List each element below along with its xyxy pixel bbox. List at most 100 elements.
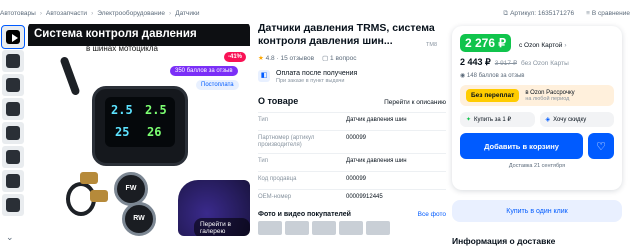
image-subtitle: в шинах мотоцикла [86,44,159,53]
pay-on-delivery: ◧ Оплата после получения При заказе в пу… [258,70,446,84]
customer-photo[interactable] [339,221,363,235]
go-to-description-link[interactable]: Перейти к описанию [384,99,446,106]
discount-icon: ◈ [545,117,551,123]
breadcrumb-item[interactable]: Электрооборудование [97,10,165,17]
rating-row: ★ 4.8 · 15 отзывов ▢ 1 вопрос [258,54,446,62]
sbp-icon: ✦ [466,117,472,123]
device-screen: 2.5 2.5 25 26 [105,97,175,147]
spec-key: Тип [258,117,269,123]
spec-value: 00009912445 [346,194,383,200]
open-gallery-button[interactable]: Перейти в галерею [194,218,250,236]
thumbnail[interactable] [2,74,24,96]
discount-badge: -41% [223,52,246,62]
thumbnail[interactable] [2,122,24,144]
pay-title: Оплата после получения [276,70,358,77]
breadcrumb-separator: › [39,10,42,17]
thumbnail[interactable] [2,50,24,72]
thumbnail[interactable] [2,194,24,216]
review-bonus-line: ◉ 148 баллов за отзыв [460,73,525,79]
breadcrumb: Автотовары › Автозапчасти › Электрооборудо… [0,10,200,17]
add-to-cart-button[interactable]: Добавить в корзину [460,133,583,159]
heart-icon[interactable]: ♡ [588,133,614,159]
chevron-right-icon: › [564,41,567,49]
spec-value: Датчик давления шин [346,117,407,123]
want-discount-button[interactable]: ◈ Хочу скидку [539,112,614,127]
installment-subtitle: на любой период [525,95,570,102]
compare-icon: ≡ [586,10,590,17]
bonus-badge: 350 баллов за отзыв [170,66,238,76]
top-actions: ⧉ Артикул: 1635171276 ≡ В сравнение [503,10,630,18]
valve-cap [90,190,108,202]
customer-photo[interactable] [285,221,309,235]
customer-photo[interactable] [258,221,282,235]
delivery-info-title: Информация о доставке [452,236,556,246]
buy-one-click-button[interactable]: Купить в один клик [452,200,622,222]
display-value: 25 [115,125,130,139]
copy-icon: ⧉ [503,10,509,17]
installment-banner[interactable]: Без переплат в Ozon Рассрочку на любой п… [460,85,614,106]
breadcrumb-item[interactable]: Датчики [175,10,199,17]
spec-row: Тип Датчик давления шин [258,112,446,130]
coin-icon: ◉ [460,73,466,79]
breadcrumb-item[interactable]: Автозапчасти [46,10,87,17]
product-info: Датчики давления TRMS, система контроля … [258,22,446,235]
thumbnail[interactable] [2,98,24,120]
monitor-device: 2.5 2.5 25 26 [92,86,188,166]
spec-table: Тип Датчик давления шин Партномер (артику… [258,112,446,207]
spec-row: Код продавца 000099 [258,171,446,189]
ozon-card-label[interactable]: с Ozon Картой › [519,42,567,49]
thumbnail[interactable] [2,146,24,168]
display-value: 2.5 [111,103,133,117]
buy-sbp-button[interactable]: ✦ Купить за 1 ₽ [460,112,535,127]
ozon-card-price: 2 276 ₽ [460,34,511,52]
spec-row: OEM-номер 00009912445 [258,189,446,207]
postpay-badge: Постоплата [196,80,239,90]
brand-tag[interactable]: ТМ8 [426,42,437,48]
product-title: Датчики давления TRMS, система контроля … [258,22,435,47]
pay-subtitle: При заказе в пункт выдачи [276,78,345,84]
questions-link[interactable]: ▢ 1 вопрос [322,54,356,62]
customer-photos-header: Фото и видео покупателей Все фото [258,211,446,218]
article-number[interactable]: ⧉ Артикул: 1635171276 [503,10,574,18]
wallet-icon: ◧ [258,70,270,82]
spec-value: 000099 [346,135,367,141]
buy-box: 2 276 ₽ с Ozon Картой › 2 443 ₽3 917 ₽ без… [452,26,622,190]
about-header: О товаре Перейти к описанию [258,96,446,106]
mount-bracket [59,55,81,97]
thumbnail[interactable] [2,170,24,192]
spec-value: 000099 [346,176,367,182]
thumbnail-strip: ⌄ [0,25,26,248]
breadcrumb-separator: › [91,10,94,17]
compare-link[interactable]: ≡ В сравнение [586,10,630,18]
display-value: 26 [147,125,162,139]
card-price-row: 2 276 ₽ с Ozon Картой › [460,34,614,52]
installment-title: в Ozon Рассрочку [525,89,575,96]
spec-key: OEM-номер [258,194,292,200]
cart-row: Добавить в корзину ♡ [460,133,614,159]
regular-price: 2 443 ₽ [460,57,491,67]
about-title: О товаре [258,96,299,106]
customer-photo[interactable] [366,221,390,235]
image-banner: Система контроля давления [28,24,250,46]
sensor-rear: RW [122,202,156,236]
rating[interactable]: ★ 4.8 · 15 отзывов [258,54,314,62]
sensor-front: FW [114,172,148,206]
regular-price-label: без Ozon Карты [520,60,569,67]
customer-photos [258,221,446,235]
breadcrumb-separator: › [169,10,172,17]
product-image[interactable]: Система контроля давления в шинах мотоци… [28,22,250,236]
all-photos-link[interactable]: Все фото [418,211,446,218]
spec-row: Партномер (артикул производителя) 000099 [258,130,446,153]
spec-key: Тип [258,158,269,164]
spec-value: Датчик давления шин [346,158,407,164]
old-price: 3 917 ₽ [494,60,517,67]
valve-cap [80,172,98,184]
customer-photo[interactable] [312,221,336,235]
breadcrumb-item[interactable]: Автотовары [0,10,36,17]
spec-key: Партномер (артикул производителя) [258,135,315,148]
spec-row: Тип Датчик давления шин [258,153,446,171]
spec-key: Код продавца [258,176,297,182]
thumbnail-video[interactable] [1,25,25,49]
chevron-down-icon[interactable]: ⌄ [6,232,14,243]
star-icon: ★ [258,55,264,62]
